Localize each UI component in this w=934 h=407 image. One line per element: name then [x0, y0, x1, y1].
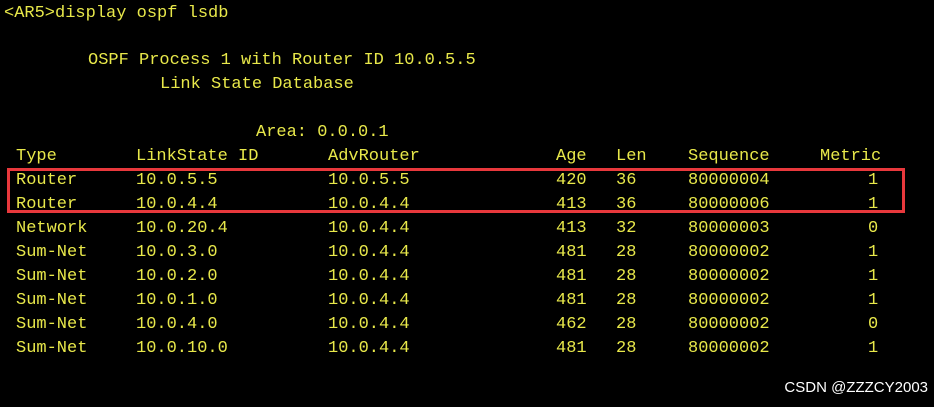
database-title: Link State Database [160, 75, 354, 94]
cell-linkstate-id: 10.0.1.0 [136, 291, 218, 310]
watermark: CSDN @ZZZCY2003 [784, 379, 928, 396]
cell-type: Sum-Net [16, 243, 88, 262]
cell-len: 32 [616, 219, 637, 238]
cell-len: 28 [616, 267, 637, 286]
cell-len: 28 [616, 339, 637, 358]
cell-type: Sum-Net [16, 339, 88, 358]
cell-adv-router: 10.0.4.4 [328, 243, 410, 262]
cell-metric: 0 [868, 219, 879, 238]
cell-sequence: 80000002 [688, 339, 770, 358]
cell-linkstate-id: 10.0.2.0 [136, 267, 218, 286]
cell-metric: 1 [868, 291, 879, 310]
cell-adv-router: 10.0.4.4 [328, 291, 410, 310]
cell-metric: 0 [868, 315, 879, 334]
terminal-window[interactable]: <AR5>display ospf lsdb OSPF Process 1 wi… [0, 0, 934, 407]
column-header-metric: Metric [820, 147, 882, 166]
cell-metric: 1 [868, 243, 879, 262]
cell-age: 462 [556, 315, 587, 334]
cell-len: 28 [616, 291, 637, 310]
highlight-annotation-box [7, 168, 905, 213]
cell-sequence: 80000002 [688, 291, 770, 310]
cell-sequence: 80000002 [688, 315, 770, 334]
cell-sequence: 80000002 [688, 243, 770, 262]
cell-linkstate-id: 10.0.4.0 [136, 315, 218, 334]
cell-sequence: 80000003 [688, 219, 770, 238]
cell-sequence: 80000002 [688, 267, 770, 286]
cell-len: 28 [616, 243, 637, 262]
column-header-len: Len [616, 147, 647, 166]
cell-linkstate-id: 10.0.10.0 [136, 339, 228, 358]
cell-age: 481 [556, 339, 587, 358]
cell-adv-router: 10.0.4.4 [328, 219, 410, 238]
cell-type: Network [16, 219, 88, 238]
cell-adv-router: 10.0.4.4 [328, 267, 410, 286]
cell-type: Sum-Net [16, 315, 88, 334]
cell-adv-router: 10.0.4.4 [328, 339, 410, 358]
area-line: Area: 0.0.0.1 [256, 123, 389, 142]
cell-metric: 1 [868, 339, 879, 358]
cell-type: Sum-Net [16, 267, 88, 286]
column-header-linkstate-id: LinkState ID [136, 147, 259, 166]
cell-age: 481 [556, 267, 587, 286]
ospf-process-line: OSPF Process 1 with Router ID 10.0.5.5 [88, 51, 476, 70]
cell-age: 481 [556, 291, 587, 310]
column-header-age: Age [556, 147, 587, 166]
cell-age: 481 [556, 243, 587, 262]
cell-linkstate-id: 10.0.3.0 [136, 243, 218, 262]
cell-len: 28 [616, 315, 637, 334]
cell-metric: 1 [868, 267, 879, 286]
cell-type: Sum-Net [16, 291, 88, 310]
column-header-sequence: Sequence [688, 147, 770, 166]
column-header-adv-router: AdvRouter [328, 147, 420, 166]
column-header-type: Type [16, 147, 57, 166]
command-line: <AR5>display ospf lsdb [4, 4, 229, 23]
cell-adv-router: 10.0.4.4 [328, 315, 410, 334]
cell-age: 413 [556, 219, 587, 238]
cell-linkstate-id: 10.0.20.4 [136, 219, 228, 238]
